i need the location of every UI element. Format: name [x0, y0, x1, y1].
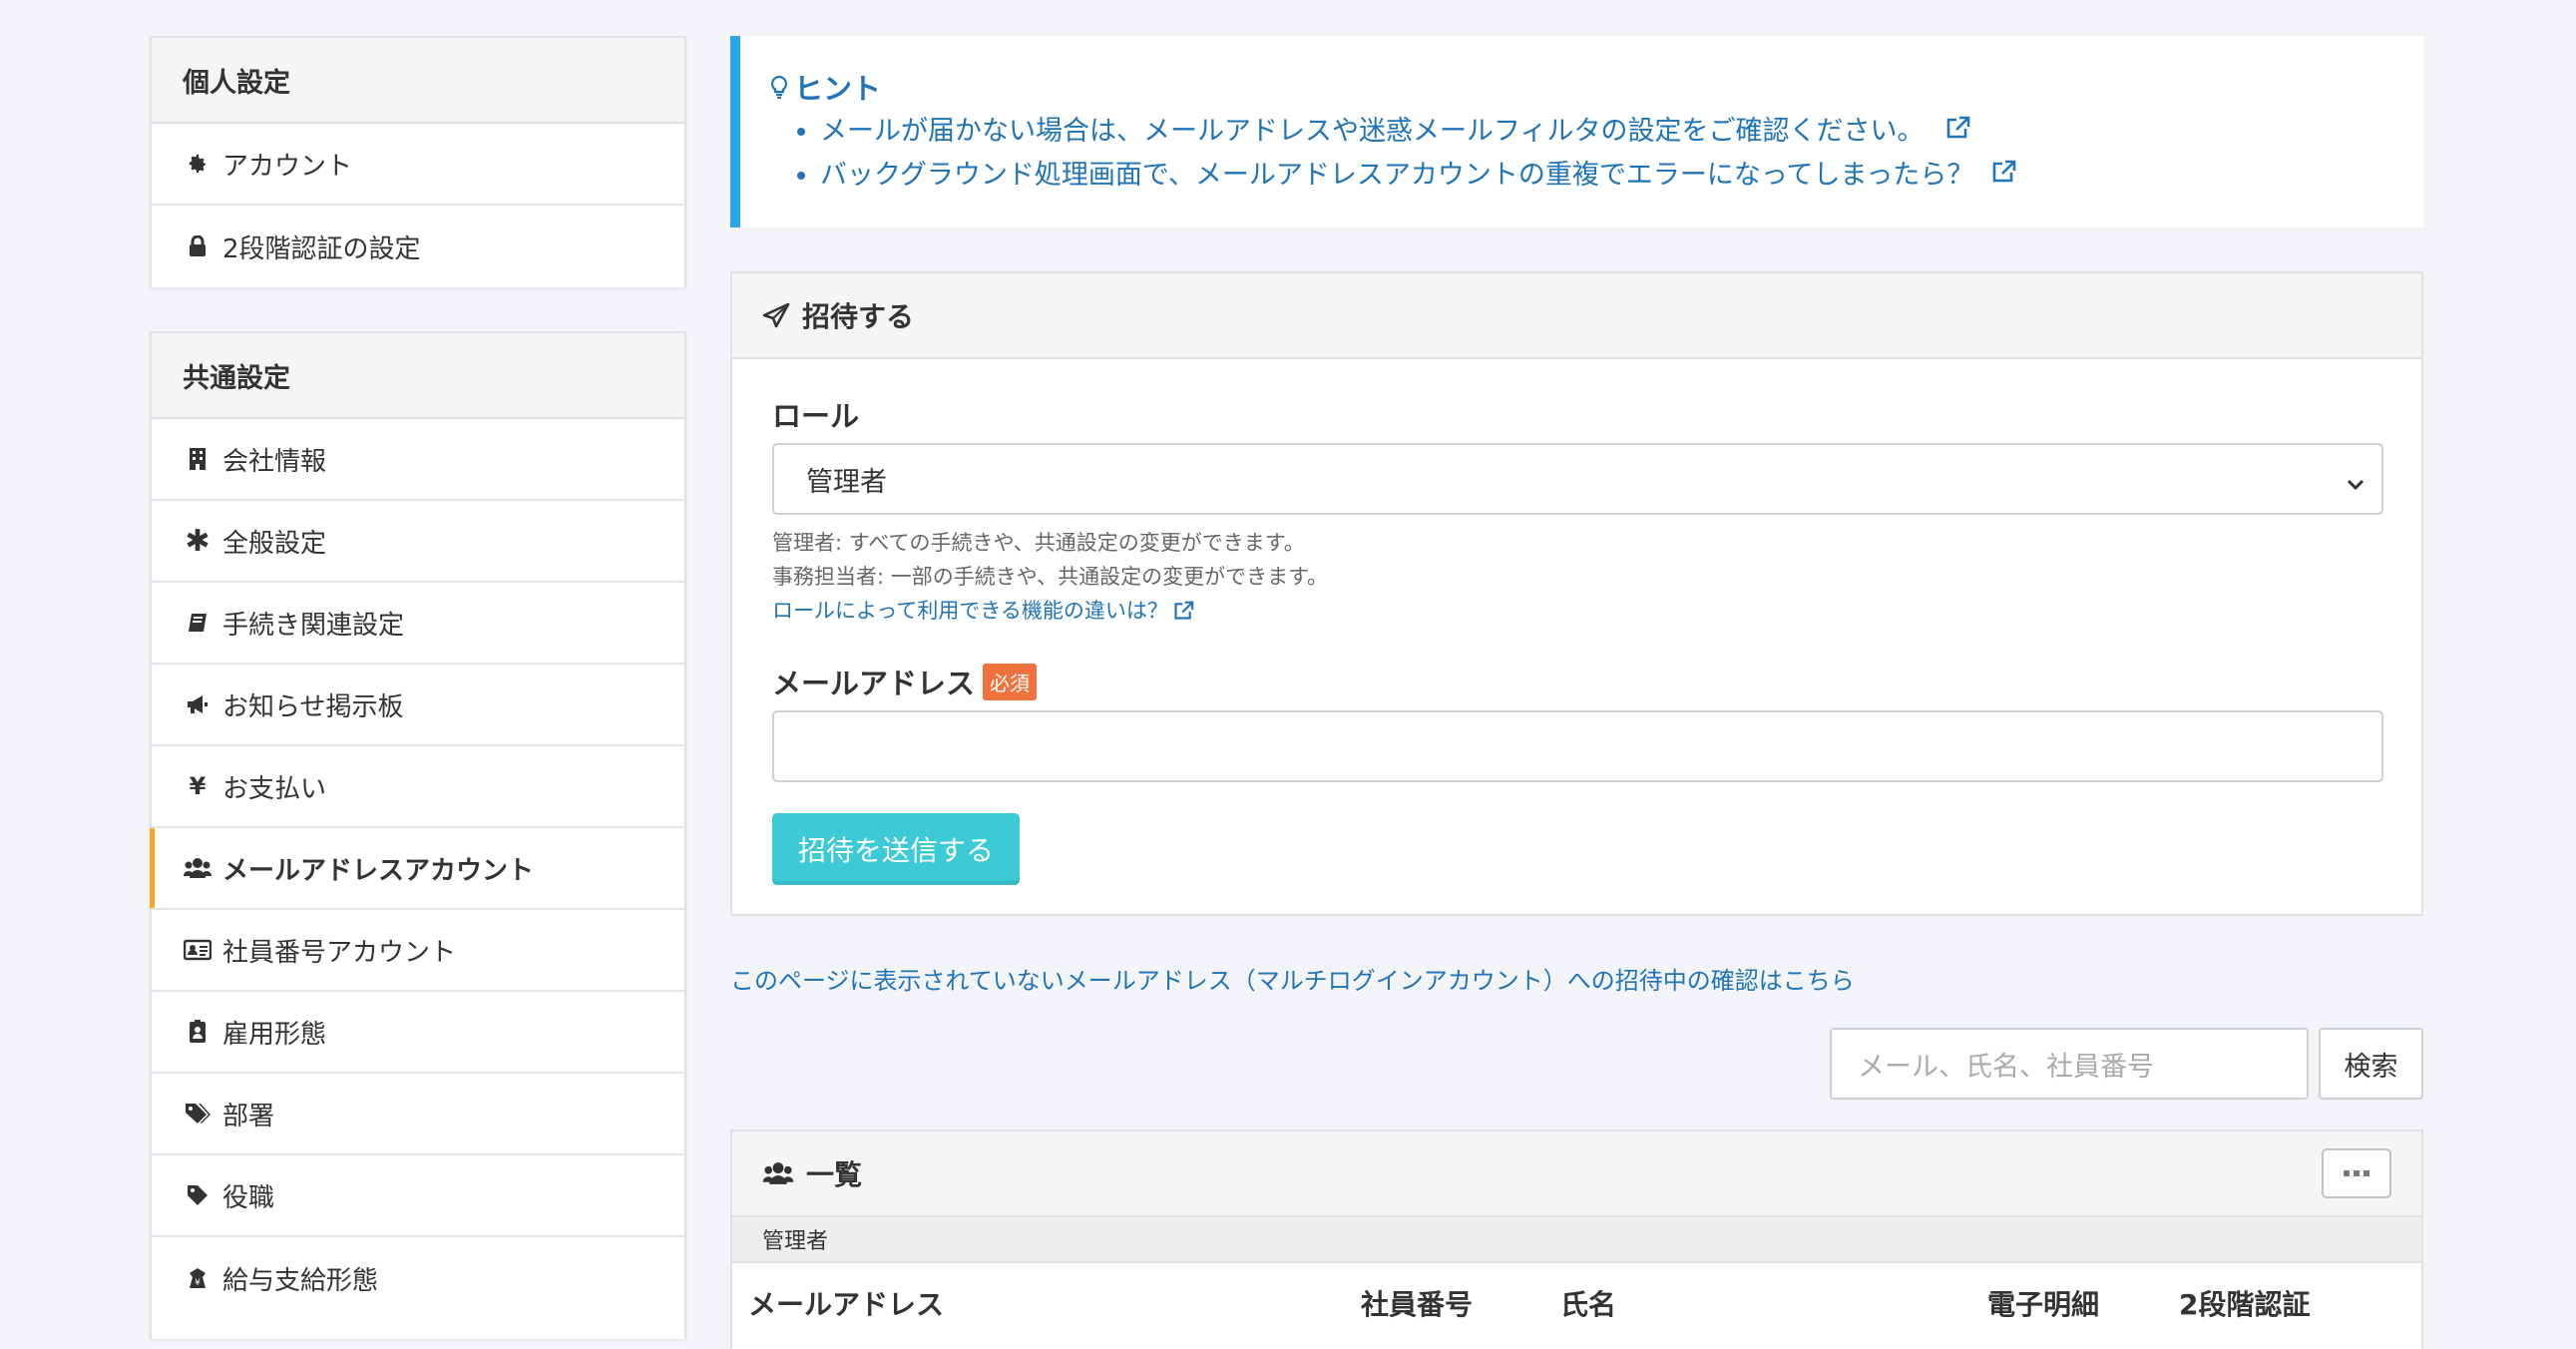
- sidebar-item-label: 社員番号アカウント: [222, 937, 457, 968]
- personal-settings-title: 個人設定: [152, 38, 684, 124]
- personal-settings-panel: 個人設定 アカウント 2段階認証の設定: [150, 36, 686, 287]
- badge-icon: [183, 1020, 213, 1044]
- role-help-admin: 管理者: すべての手続きや、共通設定の変更ができます。: [772, 531, 1305, 555]
- tag-icon: [183, 1184, 213, 1206]
- sidebar-item-employment-type[interactable]: 雇用形態: [152, 992, 684, 1074]
- yen-icon: ¥: [189, 772, 207, 800]
- column-name[interactable]: 氏名: [1560, 1283, 1616, 1323]
- group-label: 管理者: [762, 1229, 829, 1254]
- sidebar-item-label: お知らせ掲示板: [222, 691, 404, 722]
- sidebar-item-email-accounts[interactable]: メールアドレスアカウント: [150, 828, 684, 910]
- sidebar-item-label: 全般設定: [222, 528, 327, 559]
- lightbulb-icon: [770, 75, 788, 99]
- external-link-icon: [1944, 116, 1970, 147]
- sidebar-item-position[interactable]: 役職: [152, 1155, 684, 1237]
- sidebar-item-pay-type[interactable]: ¥ 給与支給形態: [152, 1237, 684, 1319]
- sidebar-item-company-info[interactable]: 会社情報: [152, 419, 684, 501]
- gear-icon: [183, 153, 213, 175]
- invite-title: 招待する: [802, 300, 915, 333]
- search-input[interactable]: メール、氏名、社員番号: [1830, 1028, 2309, 1100]
- list-card: 一覧 管理者 メールアドレス 社員番号 氏名 電子明細 2段階認証: [730, 1129, 2423, 1349]
- role-label: ロール: [772, 399, 860, 433]
- required-badge: 必須: [983, 663, 1038, 700]
- sidebar-item-label: 部署: [222, 1101, 275, 1131]
- money-icon: ¥: [183, 1266, 213, 1290]
- column-e-payslip[interactable]: 電子明細: [1987, 1283, 2099, 1323]
- email-label-row: メールアドレス 必須: [772, 661, 1038, 702]
- list-card-header: 一覧: [732, 1131, 2421, 1217]
- hint-list: メールが届かない場合は、メールアドレスや迷惑メールフィルタの設定をご確認ください…: [770, 110, 2423, 198]
- users-icon: [762, 1161, 794, 1185]
- hint-title: ヒント: [794, 72, 882, 106]
- email-input[interactable]: [772, 710, 2383, 782]
- sidebar-item-label: お支払い: [222, 773, 327, 804]
- external-link-icon: [1172, 601, 1194, 621]
- invite-card: 招待する ロール 管理者 管理者: すべての手続きや、共通設定の変更ができます。…: [730, 271, 2423, 916]
- sidebar-item-label: メールアドレスアカウント: [222, 855, 535, 886]
- more-options-button[interactable]: [2322, 1148, 2391, 1198]
- sidebar-item-label: 手続き関連設定: [222, 610, 405, 641]
- table-header: メールアドレス 社員番号 氏名 電子明細 2段階認証: [732, 1263, 2421, 1333]
- group-row: 管理者: [732, 1217, 2421, 1263]
- chevron-down-icon: [2346, 469, 2365, 500]
- send-invite-button[interactable]: 招待を送信する: [772, 813, 1020, 885]
- paper-plane-icon: [762, 302, 790, 328]
- hint-item[interactable]: メールが届かない場合は、メールアドレスや迷惑メールフィルタの設定をご確認ください…: [820, 110, 2423, 154]
- lock-icon: [183, 235, 213, 257]
- list-title: 一覧: [806, 1158, 863, 1191]
- hint-box: ヒント メールが届かない場合は、メールアドレスや迷惑メールフィルタの設定をご確認…: [730, 36, 2423, 227]
- column-two-factor[interactable]: 2段階認証: [2179, 1283, 2310, 1323]
- sidebar-item-label: アカウント: [222, 151, 353, 182]
- sidebar-item-label: 2段階認証の設定: [222, 233, 421, 264]
- sidebar-item-label: 役職: [222, 1182, 275, 1213]
- building-icon: [183, 447, 213, 471]
- sidebar-item-notice-board[interactable]: お知らせ掲示板: [152, 665, 684, 746]
- users-icon: [183, 857, 213, 879]
- sidebar-item-general[interactable]: ✱ 全般設定: [152, 501, 684, 583]
- common-settings-panel: 共通設定 会社情報 ✱ 全般設定 手続き関連設定 お知らせ掲示板 ¥ お支払い …: [150, 331, 686, 1339]
- common-settings-title: 共通設定: [152, 333, 684, 419]
- column-email[interactable]: メールアドレス: [748, 1283, 944, 1323]
- external-link-icon: [1990, 160, 2016, 191]
- role-select-value: 管理者: [806, 466, 887, 498]
- sidebar-item-employee-number-accounts[interactable]: 社員番号アカウント: [152, 910, 684, 992]
- invite-card-header: 招待する: [732, 273, 2421, 359]
- megaphone-icon: [183, 693, 213, 715]
- sidebar-item-procedures[interactable]: 手続き関連設定: [152, 583, 684, 665]
- svg-text:¥: ¥: [195, 1278, 201, 1288]
- sidebar-item-two-factor[interactable]: 2段階認証の設定: [152, 206, 684, 287]
- sidebar-item-department[interactable]: 部署: [152, 1074, 684, 1155]
- sidebar-item-account[interactable]: アカウント: [152, 124, 684, 206]
- role-differences-link[interactable]: ロールによって利用できる機能の違いは？: [772, 594, 1168, 628]
- multi-login-invite-link[interactable]: このページに表示されていないメールアドレス（マルチログインアカウント）への招待中…: [730, 961, 1855, 996]
- tags-icon: [183, 1103, 213, 1124]
- sidebar-item-label: 給与支給形態: [222, 1265, 379, 1296]
- sidebar-item-label: 会社情報: [222, 446, 327, 477]
- id-card-icon: [183, 939, 213, 961]
- sidebar-item-label: 雇用形態: [222, 1019, 327, 1050]
- role-help-staff: 事務担当者: 一部の手続きや、共通設定の変更ができます。: [772, 565, 1329, 589]
- hint-heading: ヒント: [770, 66, 2423, 108]
- column-employee-number[interactable]: 社員番号: [1361, 1283, 1473, 1323]
- book-icon: [183, 612, 213, 634]
- email-label: メールアドレス: [772, 667, 976, 700]
- asterisk-icon: ✱: [185, 523, 211, 559]
- hint-item[interactable]: バックグラウンド処理画面で、メールアドレスアカウントの重複でエラーになってしまっ…: [820, 154, 2423, 198]
- search-button[interactable]: 検索: [2319, 1028, 2423, 1100]
- sidebar-item-payment[interactable]: ¥ お支払い: [152, 746, 684, 828]
- search-placeholder: メール、氏名、社員番号: [1858, 1051, 2154, 1083]
- role-help-link-row[interactable]: ロールによって利用できる機能の違いは？: [772, 594, 1328, 628]
- ellipsis-icon: [2342, 1169, 2371, 1177]
- hint-link[interactable]: メールが届かない場合は、メールアドレスや迷惑メールフィルタの設定をご確認ください…: [820, 116, 1924, 147]
- role-select[interactable]: 管理者: [772, 443, 2383, 515]
- role-help: 管理者: すべての手続きや、共通設定の変更ができます。 事務担当者: 一部の手続…: [772, 526, 1328, 628]
- hint-link[interactable]: バックグラウンド処理画面で、メールアドレスアカウントの重複でエラーになってしまっ…: [820, 160, 1973, 191]
